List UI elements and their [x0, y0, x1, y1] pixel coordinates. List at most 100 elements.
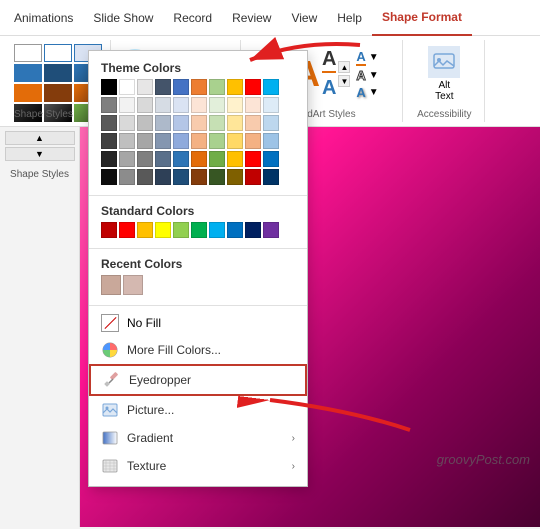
- color-swatch[interactable]: [119, 115, 135, 131]
- color-swatch-std[interactable]: [137, 222, 153, 238]
- tab-view[interactable]: View: [281, 0, 327, 36]
- color-swatch[interactable]: [191, 79, 207, 95]
- color-swatch[interactable]: [137, 151, 153, 167]
- style-swatch[interactable]: [14, 84, 42, 102]
- more-fill-colors-item[interactable]: More Fill Colors...: [89, 336, 307, 364]
- tab-slideshow[interactable]: Slide Show: [83, 0, 163, 36]
- color-swatch[interactable]: [137, 115, 153, 131]
- text-effects-button[interactable]: A ▼: [356, 85, 378, 100]
- color-swatch[interactable]: [263, 133, 279, 149]
- color-swatch[interactable]: [263, 151, 279, 167]
- wordart-scroll-up[interactable]: ▲: [338, 61, 350, 73]
- color-swatch[interactable]: [119, 97, 135, 113]
- color-swatch[interactable]: [263, 169, 279, 185]
- color-swatch[interactable]: [263, 79, 279, 95]
- color-swatch[interactable]: [101, 133, 117, 149]
- texture-item[interactable]: Texture ›: [89, 452, 307, 480]
- color-swatch[interactable]: [191, 115, 207, 131]
- recent-color-swatch[interactable]: [123, 275, 143, 295]
- gradient-item[interactable]: Gradient ›: [89, 424, 307, 452]
- color-swatch[interactable]: [101, 169, 117, 185]
- color-swatch[interactable]: [191, 169, 207, 185]
- picture-item[interactable]: Picture...: [89, 396, 307, 424]
- color-swatch[interactable]: [119, 169, 135, 185]
- style-swatch[interactable]: [14, 44, 42, 62]
- color-swatch[interactable]: [101, 115, 117, 131]
- color-swatch[interactable]: [191, 97, 207, 113]
- wordart-a-plain[interactable]: A: [322, 77, 336, 100]
- style-swatch[interactable]: [14, 64, 42, 82]
- tab-record[interactable]: Record: [163, 0, 222, 36]
- color-swatch-std[interactable]: [263, 222, 279, 238]
- color-swatch[interactable]: [245, 79, 261, 95]
- color-swatch-std[interactable]: [209, 222, 225, 238]
- color-swatch[interactable]: [209, 79, 225, 95]
- eyedropper-item[interactable]: Eyedropper: [89, 364, 307, 396]
- color-swatch[interactable]: [155, 169, 171, 185]
- color-swatch[interactable]: [263, 97, 279, 113]
- color-swatch[interactable]: [173, 115, 189, 131]
- color-swatch-std[interactable]: [173, 222, 189, 238]
- color-swatch[interactable]: [263, 115, 279, 131]
- color-swatch[interactable]: [191, 133, 207, 149]
- color-swatch[interactable]: [245, 97, 261, 113]
- color-swatch[interactable]: [173, 79, 189, 95]
- color-swatch[interactable]: [137, 79, 153, 95]
- wordart-scroll-down[interactable]: ▼: [338, 75, 350, 87]
- color-swatch[interactable]: [209, 133, 225, 149]
- color-swatch-std[interactable]: [227, 222, 243, 238]
- color-swatch[interactable]: [155, 79, 171, 95]
- scroll-up-btn[interactable]: ▲: [5, 131, 75, 145]
- color-swatch[interactable]: [245, 169, 261, 185]
- color-swatch-std[interactable]: [191, 222, 207, 238]
- color-swatch[interactable]: [155, 97, 171, 113]
- text-outline-button[interactable]: A ▼: [356, 68, 378, 83]
- color-swatch[interactable]: [173, 97, 189, 113]
- style-swatch[interactable]: [44, 64, 72, 82]
- tab-animations[interactable]: Animations: [4, 0, 83, 36]
- color-swatch[interactable]: [227, 133, 243, 149]
- color-swatch[interactable]: [137, 133, 153, 149]
- alt-text-button[interactable]: Alt Text: [426, 44, 462, 104]
- color-swatch[interactable]: [155, 133, 171, 149]
- color-swatch-std[interactable]: [119, 222, 135, 238]
- color-swatch[interactable]: [173, 151, 189, 167]
- color-swatch[interactable]: [101, 151, 117, 167]
- color-swatch[interactable]: [209, 97, 225, 113]
- wordart-a-underline[interactable]: A: [322, 48, 336, 73]
- color-swatch-std[interactable]: [245, 222, 261, 238]
- color-swatch[interactable]: [155, 151, 171, 167]
- color-swatch[interactable]: [227, 169, 243, 185]
- color-swatch[interactable]: [173, 133, 189, 149]
- color-swatch[interactable]: [119, 79, 135, 95]
- color-swatch[interactable]: [137, 97, 153, 113]
- color-swatch[interactable]: [209, 115, 225, 131]
- color-swatch[interactable]: [227, 115, 243, 131]
- style-swatch[interactable]: [44, 84, 72, 102]
- tab-help[interactable]: Help: [327, 0, 372, 36]
- color-swatch-std[interactable]: [155, 222, 171, 238]
- color-swatch[interactable]: [101, 97, 117, 113]
- style-swatch[interactable]: [44, 44, 72, 62]
- color-swatch[interactable]: [209, 151, 225, 167]
- color-swatch-std[interactable]: [101, 222, 117, 238]
- color-swatch[interactable]: [227, 151, 243, 167]
- tab-review[interactable]: Review: [222, 0, 281, 36]
- color-swatch[interactable]: [155, 115, 171, 131]
- text-fill-button[interactable]: A ▼: [356, 49, 378, 66]
- color-swatch[interactable]: [119, 151, 135, 167]
- color-swatch[interactable]: [245, 115, 261, 131]
- color-swatch[interactable]: [245, 133, 261, 149]
- color-swatch[interactable]: [209, 169, 225, 185]
- color-swatch[interactable]: [101, 79, 117, 95]
- color-swatch[interactable]: [227, 97, 243, 113]
- color-swatch[interactable]: [119, 133, 135, 149]
- tab-shape-format[interactable]: Shape Format: [372, 0, 472, 36]
- color-swatch[interactable]: [191, 151, 207, 167]
- no-fill-item[interactable]: No Fill: [89, 310, 307, 336]
- recent-color-swatch[interactable]: [101, 275, 121, 295]
- color-swatch[interactable]: [173, 169, 189, 185]
- scroll-down-btn[interactable]: ▼: [5, 147, 75, 161]
- color-swatch[interactable]: [227, 79, 243, 95]
- color-swatch[interactable]: [137, 169, 153, 185]
